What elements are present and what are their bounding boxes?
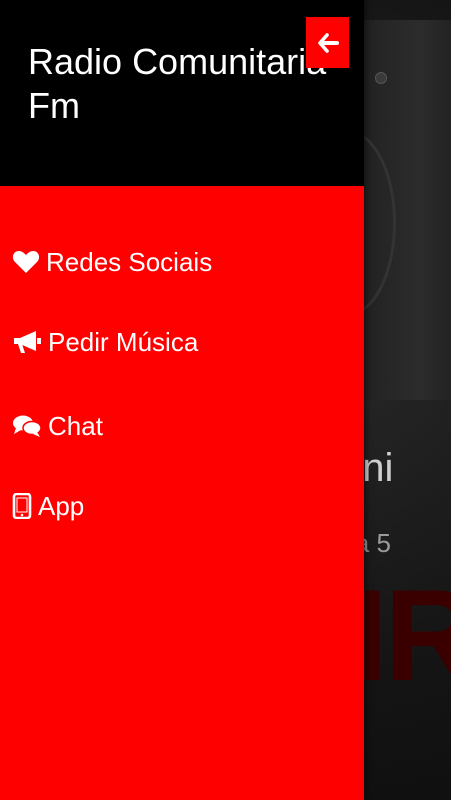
arrow-left-icon	[317, 32, 339, 53]
menu-item-pedir-musica[interactable]: Pedir Música	[12, 322, 198, 362]
app-screen: uni ixa 5 IR Radio Comunitaria Fm Redes …	[0, 0, 451, 800]
close-drawer-button[interactable]	[306, 17, 349, 68]
menu-item-app[interactable]: App	[12, 486, 84, 526]
heart-icon	[12, 249, 40, 275]
menu-item-label: Redes Sociais	[46, 246, 213, 277]
comments-icon	[12, 413, 42, 439]
drawer-title: Radio Comunitaria Fm	[28, 41, 327, 126]
mobile-icon	[12, 493, 32, 519]
background-text-line3: IR	[352, 562, 451, 708]
menu-item-chat[interactable]: Chat	[12, 406, 103, 446]
menu-item-label: Chat	[48, 410, 103, 441]
megaphone-icon	[12, 329, 42, 355]
navigation-drawer: Radio Comunitaria Fm Redes Sociais Pedir…	[0, 0, 364, 800]
speaker-knob	[375, 72, 387, 84]
menu-item-label: App	[38, 490, 85, 521]
menu-item-label: Pedir Música	[48, 326, 199, 357]
menu-item-redes-sociais[interactable]: Redes Sociais	[12, 242, 212, 282]
